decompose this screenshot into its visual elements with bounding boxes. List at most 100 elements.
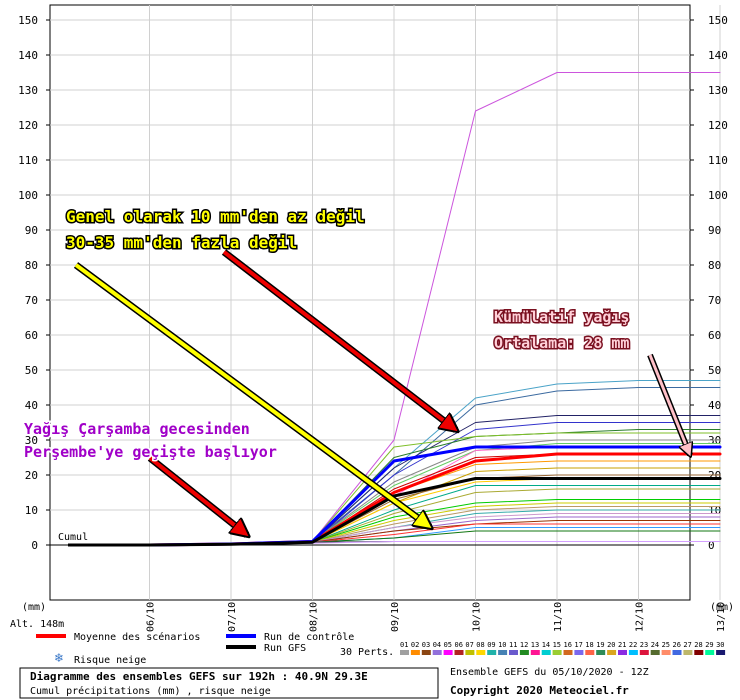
legend-perts-label: 30 Perts. — [340, 647, 394, 658]
pert-swatch — [705, 650, 715, 655]
y-tick-label: 80 — [708, 259, 721, 272]
y-tick-label: 40 — [25, 399, 38, 412]
pert-swatch — [498, 650, 508, 655]
annotation-yagis-1: Yağış Çarşamba gecesinden — [24, 420, 250, 438]
pert-number: 11 — [509, 641, 517, 649]
pert-number: 21 — [618, 641, 626, 649]
pert-swatch — [432, 650, 442, 655]
altitude-label: Alt. 148m — [10, 619, 64, 630]
y-tick-label: 130 — [18, 84, 38, 97]
x-tick-label: 07/10 — [227, 602, 238, 632]
pert-number: 20 — [607, 641, 615, 649]
x-tick-label: 11/10 — [553, 602, 564, 632]
pert-swatch — [541, 650, 551, 655]
y-tick-label: 70 — [25, 294, 38, 307]
pert-number: 18 — [585, 641, 593, 649]
footer-run: Ensemble GEFS du 05/10/2020 - 12Z — [450, 667, 649, 678]
pert-number: 05 — [444, 641, 452, 649]
pert-swatch — [563, 650, 573, 655]
pert-swatch — [607, 650, 617, 655]
pert-number: 26 — [673, 641, 681, 649]
legend-snow-label: Risque neige — [74, 655, 146, 666]
legend-control-label: Run de contrôle — [264, 631, 354, 643]
legend-gfs-label: Run GFS — [264, 643, 306, 654]
y-tick-label: 140 — [18, 49, 38, 62]
y-tick-label: 150 — [18, 14, 38, 27]
pert-swatch — [628, 650, 638, 655]
pert-number: 07 — [465, 641, 473, 649]
pert-swatch — [596, 650, 606, 655]
x-tick-label: 10/10 — [472, 602, 483, 632]
y-tick-label: 60 — [25, 329, 38, 342]
pert-number: 08 — [476, 641, 484, 649]
pert-swatch — [421, 650, 431, 655]
y-tick-label: 0 — [708, 539, 715, 552]
pert-number: 01 — [400, 641, 408, 649]
y-tick-label: 40 — [708, 399, 721, 412]
annotation-kumulatif-2: Ortalama: 28 mm — [494, 334, 629, 352]
pert-swatch — [694, 650, 704, 655]
annotation-kumulatif-1: Kümülatif yağış — [494, 308, 629, 326]
pert-swatch — [443, 650, 453, 655]
gefs-ensemble-chart: 0 10 20 30 40 50 60 70 80 90 100 110 120 130 140 150 01… — [10, 4, 734, 699]
pert-number: 25 — [662, 641, 670, 649]
y-tick-label: 150 — [708, 14, 728, 27]
pert-swatch — [574, 650, 584, 655]
pert-number: 22 — [629, 641, 637, 649]
pert-number: 04 — [433, 641, 441, 649]
y-tick-label: 70 — [708, 294, 721, 307]
y-tick-label: 60 — [708, 329, 721, 342]
pert-swatch — [661, 650, 671, 655]
y-tick-label: 130 — [708, 84, 728, 97]
pert-swatch — [487, 650, 497, 655]
pert-number: 23 — [640, 641, 648, 649]
pert-swatch — [650, 650, 660, 655]
y-tick-label: 90 — [25, 224, 38, 237]
pert-swatch — [476, 650, 486, 655]
pert-number: 17 — [574, 641, 582, 649]
pert-number: 12 — [520, 641, 528, 649]
pert-swatch — [509, 650, 518, 655]
y-tick-label: 140 — [708, 49, 728, 62]
legend-mean-label: Moyenne des scénarios — [74, 631, 200, 643]
y-tick-label: 50 — [25, 364, 38, 377]
pert-number: 29 — [705, 641, 713, 649]
pert-swatch — [618, 650, 627, 655]
x-tick-label: 08/10 — [309, 602, 320, 632]
y-tick-label: 100 — [708, 189, 728, 202]
perturbation-legend: 01 02 03 04 05 06 07 08 09 10 11 12 13 14 15 16 17 18 19 20… — [400, 641, 726, 655]
baseline-label: Cumul — [58, 532, 88, 543]
pert-number: 27 — [683, 641, 691, 649]
pert-swatch — [552, 650, 562, 655]
pert-swatch — [585, 650, 595, 655]
x-tick-label: 06/10 — [146, 602, 157, 632]
footer-title: Diagramme des ensembles GEFS sur 192h : … — [30, 670, 368, 683]
y-tick-label: 120 — [18, 119, 38, 132]
pert-number: 03 — [422, 641, 430, 649]
y-tick-label: 110 — [708, 154, 728, 167]
pert-swatch — [530, 650, 540, 655]
pert-swatch — [410, 650, 420, 655]
pert-swatch — [639, 650, 649, 655]
pert-number: 14 — [542, 641, 550, 649]
y-tick-label: 80 — [25, 259, 38, 272]
pert-number: 24 — [651, 641, 659, 649]
y-tick-label: 100 — [18, 189, 38, 202]
pert-swatch — [716, 650, 726, 655]
annotation-genel-1: Genel olarak 10 mm'den az değil — [66, 207, 365, 226]
pert-number: 10 — [498, 641, 506, 649]
y-tick-label: 90 — [708, 224, 721, 237]
annotation-genel-2: 30-35 mm'den fazla değil — [66, 233, 297, 252]
y-tick-label: 10 — [25, 504, 38, 517]
x-tick-label: 12/10 — [635, 602, 646, 632]
pert-swatch — [465, 650, 475, 655]
pert-swatch — [519, 650, 529, 655]
y-tick-label: 110 — [18, 154, 38, 167]
y-tick-label: 20 — [25, 469, 38, 482]
pert-number: 09 — [487, 641, 495, 649]
pert-number: 30 — [716, 641, 724, 649]
pert-swatch — [683, 650, 693, 655]
pert-number: 19 — [596, 641, 604, 649]
pert-swatch — [400, 650, 409, 655]
footer-copyright: Copyright 2020 Meteociel.fr — [450, 684, 629, 697]
